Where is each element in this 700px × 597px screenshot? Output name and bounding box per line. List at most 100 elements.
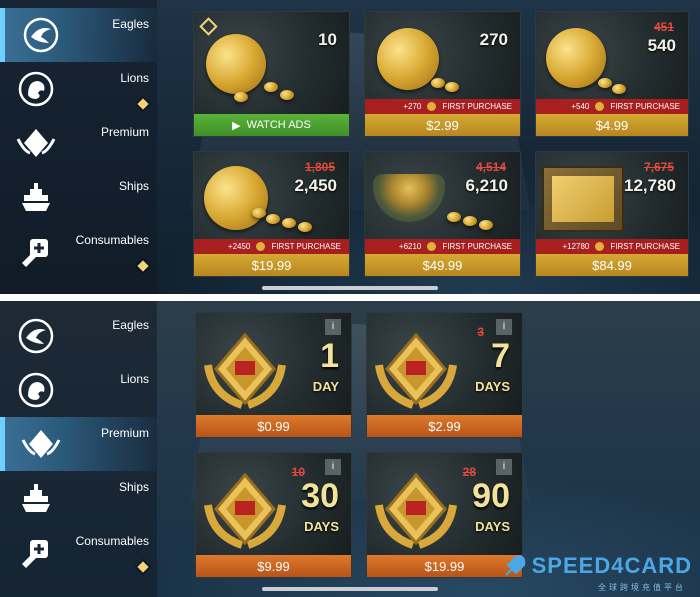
first-purchase-label: FIRST PURCHASE bbox=[610, 242, 680, 251]
info-button[interactable]: i bbox=[325, 459, 341, 475]
coin-icon bbox=[463, 216, 477, 226]
speed4card-watermark: SPEED4CARD bbox=[502, 553, 692, 579]
coin-icon bbox=[282, 218, 296, 228]
buy-button[interactable]: $4.99 bbox=[536, 114, 688, 136]
sidebar-item-ships[interactable]: Ships bbox=[0, 471, 157, 525]
coin-icon bbox=[612, 84, 626, 94]
sidebar-item-label: Eagles bbox=[112, 17, 149, 31]
offer-card-eagles-2450[interactable]: 1,805 2,450 +2450 FIRST PURCHASE $19.99 bbox=[193, 151, 350, 277]
new-badge-icon bbox=[137, 561, 149, 573]
rocket-icon bbox=[504, 555, 525, 576]
sidebar-item-consumables[interactable]: Consumables bbox=[0, 224, 157, 278]
offer-card-eagles-6210[interactable]: 4,514 6,210 +6210 FIRST PURCHASE $49.99 bbox=[364, 151, 521, 277]
old-amount: 1,805 bbox=[304, 160, 335, 174]
coin-bowl-icon bbox=[373, 174, 445, 222]
first-purchase-label: FIRST PURCHASE bbox=[610, 102, 680, 111]
watch-ads-button[interactable]: ▶ WATCH ADS bbox=[194, 114, 349, 136]
sidebar-item-label: Consumables bbox=[75, 534, 149, 548]
buy-button[interactable]: $19.99 bbox=[194, 254, 349, 276]
buy-button[interactable]: $2.99 bbox=[367, 415, 522, 437]
buy-button[interactable]: $0.99 bbox=[196, 415, 351, 437]
coin-icon bbox=[264, 82, 278, 92]
old-days: 3 bbox=[477, 325, 484, 339]
bonus-amount: +6210 bbox=[398, 242, 422, 251]
sidebar-item-label: Premium bbox=[100, 426, 149, 440]
premium-offer-90-days[interactable]: i 28 90 DAYS $19.99 bbox=[366, 452, 523, 578]
premium-offer-30-days[interactable]: i 10 30 DAYS $9.99 bbox=[195, 452, 352, 578]
price-label: $2.99 bbox=[426, 117, 459, 133]
sidebar-item-label: Consumables bbox=[75, 233, 149, 247]
video-icon: ▶ bbox=[232, 119, 241, 132]
premium-offer-1-day[interactable]: i 1 DAY $0.99 bbox=[195, 312, 352, 438]
store-sidebar: Eagles Lions Premium Ships Consumables bbox=[0, 301, 157, 597]
lion-icon bbox=[16, 370, 56, 410]
days-label: DAYS bbox=[304, 519, 339, 534]
offer-card-eagles-12780[interactable]: 7,675 12,780 +12780 FIRST PURCHASE $84.9… bbox=[535, 151, 689, 277]
price-label: $0.99 bbox=[257, 418, 290, 434]
offer-card-eagles-270[interactable]: 270 +270 FIRST PURCHASE $2.99 bbox=[364, 11, 521, 137]
old-amount: 4,514 bbox=[475, 160, 506, 174]
buy-button[interactable]: $9.99 bbox=[196, 555, 351, 577]
days-label: DAYS bbox=[475, 379, 510, 394]
first-purchase-label: FIRST PURCHASE bbox=[271, 242, 341, 251]
offer-amount: 2,450 bbox=[294, 176, 337, 195]
sidebar-item-lions[interactable]: Lions bbox=[0, 62, 157, 116]
eagles-store-panel: Eagles Lions Premium Ships Consumables 1… bbox=[0, 0, 700, 294]
sidebar-item-consumables[interactable]: Consumables bbox=[0, 525, 157, 579]
offer-card-eagles-10[interactable]: 10 ▶ WATCH ADS bbox=[193, 11, 350, 137]
diamond-icon bbox=[199, 17, 218, 36]
first-purchase-banner: +540 FIRST PURCHASE bbox=[536, 99, 688, 114]
sidebar-item-premium[interactable]: Premium bbox=[0, 417, 157, 471]
watch-ads-label: WATCH ADS bbox=[246, 119, 311, 131]
price-label: $19.99 bbox=[424, 558, 465, 574]
days-label: DAY bbox=[312, 379, 339, 394]
bonus-amount: +12780 bbox=[562, 242, 590, 251]
info-button[interactable]: i bbox=[496, 459, 512, 475]
offer-amount: 12,780 bbox=[624, 176, 676, 195]
bonus-amount: +540 bbox=[571, 102, 590, 111]
price-label: $2.99 bbox=[428, 418, 461, 434]
gold-crate-icon bbox=[542, 166, 624, 232]
watermark-brand: SPEED4CARD bbox=[531, 553, 692, 578]
buy-button[interactable]: $84.99 bbox=[536, 254, 688, 276]
sidebar-item-lions[interactable]: Lions bbox=[0, 363, 157, 417]
offer-card-eagles-540[interactable]: 451 540 +540 FIRST PURCHASE $4.99 bbox=[535, 11, 689, 137]
offer-amount: 6,210 bbox=[465, 176, 508, 195]
old-amount: 451 bbox=[653, 20, 674, 34]
days-number: 90 bbox=[472, 477, 510, 515]
buy-button[interactable]: $19.99 bbox=[367, 555, 522, 577]
ship-icon bbox=[16, 478, 56, 518]
sidebar-item-label: Lions bbox=[120, 71, 149, 85]
sidebar-item-premium[interactable]: Premium bbox=[0, 116, 157, 170]
first-purchase-label: FIRST PURCHASE bbox=[442, 242, 512, 251]
offer-amount: 270 bbox=[479, 30, 508, 49]
new-badge-icon bbox=[137, 260, 149, 272]
price-label: $9.99 bbox=[257, 558, 290, 574]
new-badge-icon bbox=[137, 98, 149, 110]
sidebar-item-ships[interactable]: Ships bbox=[0, 170, 157, 224]
buy-button[interactable]: $49.99 bbox=[365, 254, 520, 276]
premium-offer-7-days[interactable]: i 3 7 DAYS $2.99 bbox=[366, 312, 523, 438]
coin-icon bbox=[266, 214, 280, 224]
days-number: 30 bbox=[301, 477, 339, 515]
eagle-coin-icon bbox=[595, 102, 605, 111]
coin-icon bbox=[234, 92, 248, 102]
buy-button[interactable]: $2.99 bbox=[365, 114, 520, 136]
divider bbox=[0, 294, 700, 301]
eagle-coin-icon bbox=[206, 34, 266, 94]
lion-icon bbox=[16, 69, 56, 109]
home-indicator[interactable] bbox=[262, 286, 438, 290]
offer-amount: 540 bbox=[647, 36, 676, 55]
info-button[interactable]: i bbox=[496, 319, 512, 335]
sidebar-item-eagles[interactable]: Eagles bbox=[0, 8, 157, 62]
home-indicator[interactable] bbox=[262, 587, 438, 591]
info-button[interactable]: i bbox=[325, 319, 341, 335]
offer-art bbox=[194, 12, 349, 114]
first-purchase-banner: +270 FIRST PURCHASE bbox=[365, 99, 520, 114]
premium-laurel-icon bbox=[204, 472, 286, 549]
sidebar-item-eagles[interactable]: Eagles bbox=[0, 309, 157, 363]
sidebar-item-label: Ships bbox=[118, 480, 149, 494]
coin-icon bbox=[445, 82, 459, 92]
premium-laurel-icon bbox=[375, 472, 457, 549]
coin-icon bbox=[298, 222, 312, 232]
